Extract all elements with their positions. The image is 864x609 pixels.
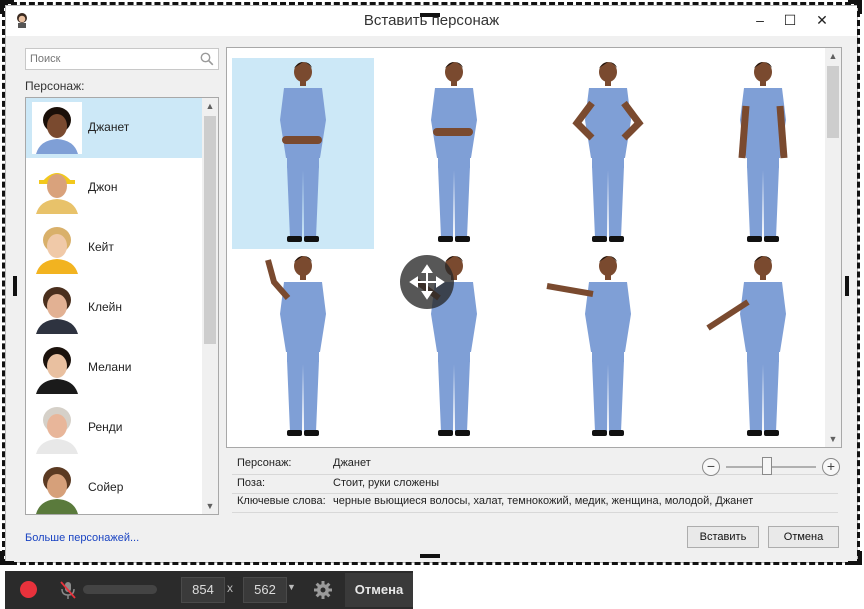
pose-thumbnail[interactable] bbox=[692, 252, 834, 443]
keywords-label: Ключевые слова: bbox=[237, 495, 326, 507]
recorder-toolbar: 854 x 562 ▼ Отмена bbox=[5, 571, 413, 609]
width-field[interactable]: 854 bbox=[181, 577, 225, 603]
title-bar[interactable]: Вставить персонаж – ☐ ✕ bbox=[6, 6, 857, 36]
pose-thumbnail[interactable] bbox=[537, 58, 679, 249]
record-button[interactable] bbox=[20, 581, 37, 598]
character-avatar bbox=[32, 102, 82, 154]
height-field[interactable]: 562 bbox=[243, 577, 287, 603]
character-avatar bbox=[32, 222, 82, 274]
scrollbar-thumb[interactable] bbox=[827, 66, 839, 138]
pose-thumbnail[interactable] bbox=[232, 58, 374, 249]
character-name: Сойер bbox=[88, 480, 124, 494]
info-divider bbox=[232, 493, 838, 494]
info-divider bbox=[232, 512, 838, 513]
scrollbar-thumb[interactable] bbox=[204, 116, 216, 344]
pose-thumbnail[interactable] bbox=[383, 58, 525, 249]
capture-corner-handle[interactable] bbox=[0, 551, 14, 565]
capture-corner-handle[interactable] bbox=[848, 551, 862, 565]
character-info-value: Джанет bbox=[333, 457, 371, 469]
character-avatar bbox=[32, 162, 82, 214]
character-list-item[interactable]: Кейт bbox=[26, 218, 202, 278]
characters-label: Персонаж: bbox=[25, 79, 85, 93]
character-list-item[interactable]: Клейн bbox=[26, 278, 202, 338]
size-dropdown-icon[interactable]: ▼ bbox=[287, 582, 296, 592]
recorder-cancel-button[interactable]: Отмена bbox=[345, 573, 413, 607]
dimension-separator: x bbox=[227, 581, 233, 595]
pose-grid[interactable]: ▲ ▼ bbox=[226, 47, 842, 448]
zoom-out-icon[interactable]: − bbox=[702, 458, 720, 476]
character-name: Клейн bbox=[88, 300, 122, 314]
move-cursor-icon bbox=[400, 255, 454, 309]
volume-bar[interactable] bbox=[83, 585, 157, 594]
close-button[interactable]: ✕ bbox=[807, 10, 837, 30]
info-divider bbox=[232, 474, 838, 475]
capture-side-handle[interactable] bbox=[845, 276, 849, 296]
capture-side-handle[interactable] bbox=[13, 276, 17, 296]
character-name: Мелани bbox=[88, 360, 132, 374]
maximize-button[interactable]: ☐ bbox=[775, 10, 805, 30]
character-list-scrollbar[interactable]: ▲ ▼ bbox=[202, 98, 218, 514]
minimize-button[interactable]: – bbox=[745, 10, 775, 30]
capture-side-handle[interactable] bbox=[420, 554, 440, 558]
capture-corner-handle[interactable] bbox=[848, 0, 862, 14]
gear-icon[interactable] bbox=[313, 580, 333, 600]
character-list-item[interactable]: Ренди bbox=[26, 398, 202, 458]
character-name: Джанет bbox=[88, 120, 130, 134]
search-icon[interactable] bbox=[200, 52, 214, 66]
character-avatar bbox=[32, 402, 82, 454]
search-input[interactable] bbox=[26, 49, 191, 69]
search-box[interactable] bbox=[25, 48, 219, 70]
pose-thumbnail[interactable] bbox=[537, 252, 679, 443]
scroll-up-arrow-icon[interactable]: ▲ bbox=[825, 48, 841, 64]
character-avatar bbox=[32, 462, 82, 514]
character-name: Кейт bbox=[88, 240, 114, 254]
character-name: Джон bbox=[88, 180, 118, 194]
pose-thumbnail[interactable] bbox=[232, 252, 374, 443]
character-name: Ренди bbox=[88, 420, 123, 434]
scroll-down-arrow-icon[interactable]: ▼ bbox=[825, 431, 841, 447]
pose-thumbnail[interactable] bbox=[692, 58, 834, 249]
microphone-muted-icon[interactable] bbox=[59, 580, 77, 600]
character-list-item[interactable]: Сойер bbox=[26, 458, 202, 514]
zoom-in-icon[interactable]: + bbox=[822, 458, 840, 476]
more-characters-link[interactable]: Больше персонажей... bbox=[25, 532, 139, 544]
character-info-label: Персонаж: bbox=[237, 457, 292, 469]
character-list-item[interactable]: Мелани bbox=[26, 338, 202, 398]
pose-grid-scrollbar[interactable]: ▲ ▼ bbox=[825, 48, 841, 447]
insert-button[interactable]: Вставить bbox=[687, 526, 759, 548]
character-list-item[interactable]: Джон bbox=[26, 158, 202, 218]
zoom-slider-thumb[interactable] bbox=[761, 457, 772, 475]
character-list-item[interactable]: Джанет bbox=[26, 98, 202, 158]
pose-info-value: Стоит, руки сложены bbox=[333, 477, 440, 489]
character-avatar bbox=[32, 342, 82, 394]
scroll-up-arrow-icon[interactable]: ▲ bbox=[202, 98, 218, 114]
capture-corner-handle[interactable] bbox=[0, 0, 14, 14]
character-avatar bbox=[32, 282, 82, 334]
capture-side-handle[interactable] bbox=[420, 13, 440, 17]
keywords-value: черные вьющиеся волосы, халат, темнокожи… bbox=[333, 495, 754, 507]
cancel-button[interactable]: Отмена bbox=[768, 526, 839, 548]
pose-info-label: Поза: bbox=[237, 477, 266, 489]
scroll-down-arrow-icon[interactable]: ▼ bbox=[202, 498, 218, 514]
character-list[interactable]: Джанет Джон Кейт Клейн Мелани Ренди Сойер ▲ ▼ bbox=[25, 97, 219, 515]
